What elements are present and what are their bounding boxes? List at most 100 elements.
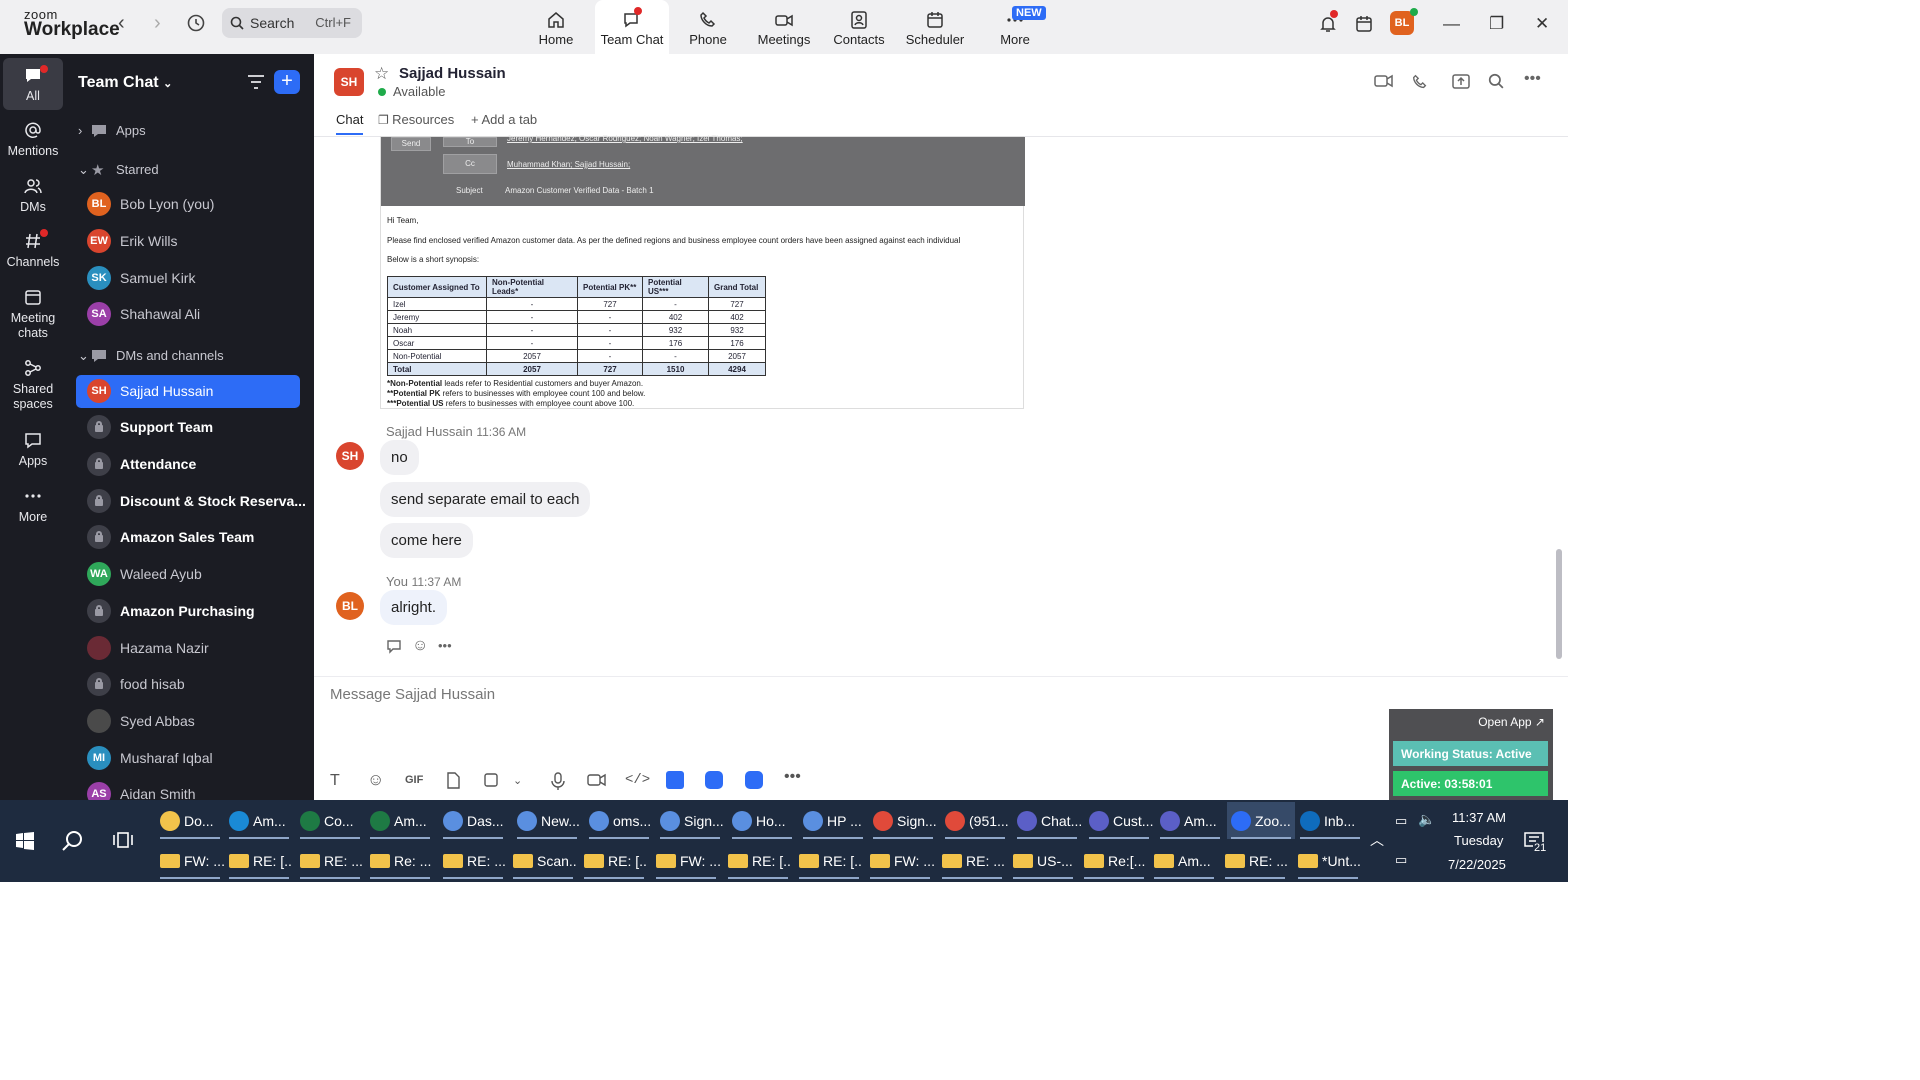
sidebar-item-support-team[interactable]: Support Team <box>76 411 300 444</box>
taskbar-window-button[interactable]: RE: ... <box>296 842 364 879</box>
taskbar-window-button[interactable]: Am... <box>1150 842 1218 879</box>
taskbar-window-button[interactable]: US-... <box>1009 842 1077 879</box>
taskbar-window-button[interactable]: Scan... <box>509 842 577 879</box>
sidebar-item-amazon-purchasing[interactable]: Amazon Purchasing <box>76 595 300 628</box>
rail-shared-spaces[interactable]: Shared spaces <box>3 358 63 416</box>
search-icon[interactable] <box>62 830 84 857</box>
file-icon[interactable] <box>446 772 460 792</box>
taskbar-window-button[interactable]: RE: [... <box>724 842 792 879</box>
taskbar-app-button[interactable]: Am... <box>366 802 434 839</box>
taskbar-window-button[interactable]: RE: ... <box>1221 842 1289 879</box>
taskbar-window-button[interactable]: RE: [... <box>580 842 648 879</box>
taskbar-app-button[interactable]: Do... <box>156 802 224 839</box>
email-screenshot-image[interactable]: Send To Jeremy Hernandez; Oscar Rodrigue… <box>380 134 1025 409</box>
message-bubble[interactable]: alright. <box>380 590 448 625</box>
windows-start-icon[interactable] <box>16 832 34 855</box>
sidebar-item-discount-stock[interactable]: Discount & Stock Reserva... <box>76 485 306 518</box>
share-screen-icon[interactable] <box>1451 73 1471 96</box>
battery-icon[interactable]: ▭ <box>1395 813 1407 829</box>
sidebar-item-syed-abbas[interactable]: Syed Abbas <box>76 705 300 738</box>
sidebar-item-erik-wills[interactable]: EW Erik Wills <box>76 225 300 258</box>
network-icon[interactable]: ▭ <box>1395 852 1407 868</box>
microphone-icon[interactable] <box>551 772 565 793</box>
section-apps[interactable]: › Apps <box>78 123 146 138</box>
tab-chat[interactable]: Chat <box>336 112 364 135</box>
taskbar-app-button[interactable]: Co... <box>296 802 364 839</box>
app-icon[interactable] <box>745 771 763 789</box>
sidebar-item-hazama-nazir[interactable]: Hazama Nazir <box>76 632 300 665</box>
close-icon[interactable]: ✕ <box>1535 14 1549 34</box>
taskbar-app-button[interactable]: New... <box>513 802 581 839</box>
taskbar-app-button[interactable]: Am... <box>1156 802 1224 839</box>
video-message-icon[interactable] <box>587 772 607 791</box>
back-arrow-icon[interactable]: ‹ <box>118 12 125 35</box>
search-input[interactable]: Search Ctrl+F <box>222 8 362 38</box>
rail-mentions[interactable]: Mentions <box>3 120 63 166</box>
taskbar-app-button[interactable]: Am... <box>225 802 293 839</box>
contact-name[interactable]: Sajjad Hussain <box>399 65 506 82</box>
tab-add[interactable]: + Add a tab <box>471 112 537 127</box>
sidebar-item-attendance[interactable]: Attendance <box>76 448 300 481</box>
taskbar-window-button[interactable]: RE: [... <box>795 842 863 879</box>
message-bubble[interactable]: no <box>380 440 419 475</box>
section-starred[interactable]: ⌄ ★ Starred <box>78 162 159 179</box>
tray-chevron-icon[interactable]: ︿ <box>1370 830 1384 850</box>
rail-channels[interactable]: Channels <box>3 229 63 277</box>
open-app-button[interactable]: Open App ↗ <box>1478 715 1545 729</box>
taskbar-window-button[interactable]: FW: ... <box>652 842 720 879</box>
minimize-icon[interactable]: — <box>1443 14 1460 34</box>
new-chat-button[interactable]: + <box>274 70 300 94</box>
clock-time[interactable]: 11:37 AM <box>1452 810 1506 825</box>
tab-phone[interactable]: Phone <box>671 0 745 54</box>
app-icon[interactable] <box>705 771 723 789</box>
taskbar-app-button[interactable]: (951... <box>941 802 1009 839</box>
bell-icon[interactable] <box>1318 10 1338 39</box>
tab-team-chat[interactable]: Team Chat <box>595 0 669 54</box>
taskbar-app-button[interactable]: Inb... <box>1296 802 1364 839</box>
taskbar-window-button[interactable]: RE: ... <box>439 842 507 879</box>
sidebar-title[interactable]: Team Chat ⌄ <box>78 74 172 92</box>
my-avatar[interactable]: BL <box>336 592 364 620</box>
rail-dms[interactable]: DMs <box>3 176 63 222</box>
code-snippet-icon[interactable]: </> <box>625 772 650 788</box>
taskbar-app-button[interactable]: Sign... <box>869 802 937 839</box>
tab-contacts[interactable]: Contacts <box>822 0 896 54</box>
emoji-reaction-icon[interactable]: ☺ <box>412 637 428 655</box>
tab-scheduler[interactable]: Scheduler <box>898 0 972 54</box>
sidebar-item-amazon-sales-team[interactable]: Amazon Sales Team <box>76 521 300 554</box>
message-more-icon[interactable]: ••• <box>438 638 452 653</box>
calendar-icon[interactable] <box>1354 14 1374 39</box>
taskbar-app-button[interactable]: oms... <box>585 802 653 839</box>
tab-home[interactable]: Home <box>519 0 593 54</box>
restore-icon[interactable]: ❐ <box>1489 14 1504 34</box>
clock-date[interactable]: 7/22/2025 <box>1448 857 1506 872</box>
rail-apps[interactable]: Apps <box>3 430 63 476</box>
message-bubble[interactable]: come here <box>380 523 473 558</box>
taskbar-window-button[interactable]: Re:[... <box>1080 842 1148 879</box>
contact-avatar[interactable]: SH <box>334 68 364 96</box>
taskbar-app-button[interactable]: HP ... <box>799 802 867 839</box>
taskbar-app-button[interactable]: Das... <box>439 802 507 839</box>
video-call-icon[interactable] <box>1374 73 1394 94</box>
text-format-icon[interactable]: T <box>330 772 340 790</box>
sidebar-item-sajjad-hussain[interactable]: SH Sajjad Hussain <box>76 375 300 408</box>
taskbar-window-button[interactable]: FW: ... <box>866 842 934 879</box>
scrollbar-thumb[interactable] <box>1556 549 1562 659</box>
message-input[interactable]: Message Sajjad Hussain <box>330 686 495 703</box>
emoji-icon[interactable]: ☺ <box>367 770 384 790</box>
taskbar-app-button[interactable]: Cust... <box>1085 802 1153 839</box>
rail-more[interactable]: More <box>3 486 63 532</box>
app-icon[interactable] <box>666 771 684 789</box>
chevron-down-icon[interactable]: ⌄ <box>513 774 522 787</box>
more-options-icon[interactable]: ••• <box>1524 70 1541 88</box>
taskbar-app-button[interactable]: Ho... <box>728 802 796 839</box>
taskbar-app-button[interactable]: Sign... <box>656 802 724 839</box>
sidebar-item-waleed-ayub[interactable]: WA Waleed Ayub <box>76 558 300 591</box>
taskbar-window-button[interactable]: *Unt... <box>1294 842 1362 879</box>
volume-icon[interactable]: 🔈 <box>1418 811 1435 828</box>
sender-avatar[interactable]: SH <box>336 442 364 470</box>
sidebar-item-bob-lyon[interactable]: BL Bob Lyon (you) <box>76 188 300 221</box>
phone-icon[interactable] <box>1411 73 1429 96</box>
sidebar-item-aidan-smith[interactable]: AS Aidan Smith <box>76 778 300 800</box>
sidebar-item-musharaf-iqbal[interactable]: MI Musharaf Iqbal <box>76 742 300 775</box>
